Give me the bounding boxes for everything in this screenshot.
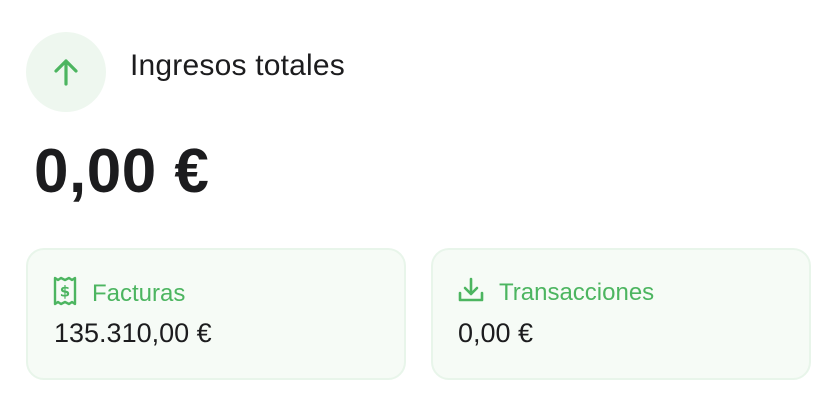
invoices-tile-header: $ Facturas [52,276,185,311]
transactions-tile[interactable]: Transacciones 0,00 € [431,248,811,380]
invoice-dollar-icon: $ [52,276,78,311]
card-header: Ingresos totales [26,32,345,112]
transactions-tile-header: Transacciones [457,276,654,309]
total-income-card: Ingresos totales 0,00 € $ Facturas 135.3… [0,0,840,410]
card-title: Ingresos totales [130,49,345,82]
invoices-label: Facturas [92,279,186,307]
transactions-label: Transacciones [499,278,655,306]
download-icon [457,276,485,309]
arrow-up-icon [26,32,106,112]
invoices-tile[interactable]: $ Facturas 135.310,00 € [26,248,406,380]
transactions-value: 0,00 € [458,318,534,348]
invoices-value: 135.310,00 € [54,318,212,348]
total-amount: 0,00 € [34,137,210,206]
svg-text:$: $ [60,283,70,301]
